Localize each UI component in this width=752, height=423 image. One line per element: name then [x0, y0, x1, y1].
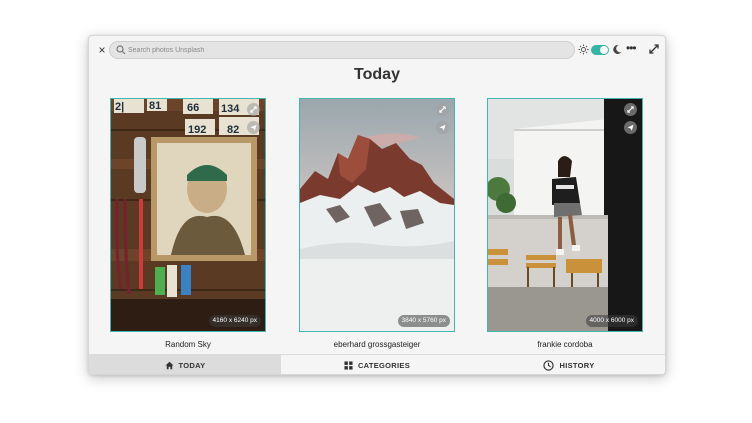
send-icon [627, 124, 634, 131]
set-wallpaper-button[interactable] [624, 121, 637, 134]
toggle-knob [600, 46, 608, 54]
tab-categories[interactable]: CATEGORIES [281, 355, 473, 374]
tab-label: CATEGORIES [357, 360, 411, 370]
resolution-badge: 3840 x 5760 px [397, 315, 450, 327]
svg-text:2|: 2| [115, 101, 124, 113]
expand-button[interactable] [624, 103, 637, 116]
photo-card[interactable]: 2| 81 66 134 192 82 4160 x 6240 px [110, 98, 266, 332]
resolution-badge: 4160 x 6240 px [208, 315, 261, 327]
photo-image: 2| 81 66 134 192 82 [111, 99, 265, 331]
tab-history[interactable]: HISTORY [473, 355, 665, 374]
resolution-badge: 4000 x 6000 px [585, 315, 638, 327]
search-input[interactable] [128, 42, 548, 58]
bottom-tab-bar: TODAY CATEGORIES HISTORY [89, 354, 665, 374]
svg-text:82: 82 [227, 124, 239, 136]
grid-icon [344, 360, 353, 370]
svg-text:134: 134 [221, 103, 240, 115]
titlebar: × ••• [89, 36, 665, 64]
send-icon [250, 124, 257, 131]
photo-card[interactable]: 4000 x 6000 px [487, 98, 643, 332]
photo-author[interactable]: Random Sky [110, 340, 266, 349]
send-icon [439, 124, 446, 131]
sun-icon [578, 44, 589, 55]
home-icon [164, 361, 174, 369]
expand-icon [627, 106, 634, 113]
photo-card[interactable]: 3840 x 5760 px [299, 98, 455, 332]
svg-text:192: 192 [188, 124, 206, 136]
expand-button[interactable] [247, 103, 260, 116]
search-bar[interactable] [109, 41, 575, 59]
tab-today[interactable]: TODAY [89, 355, 281, 374]
expand-button[interactable] [436, 103, 449, 116]
svg-text:81: 81 [149, 100, 161, 112]
menu-icon[interactable]: ••• [626, 42, 640, 54]
page-title: Today [354, 66, 400, 83]
expand-icon [250, 106, 257, 113]
set-wallpaper-button[interactable] [247, 121, 260, 134]
expand-icon [439, 106, 446, 113]
clock-icon [543, 359, 555, 371]
photo-author[interactable]: frankie cordoba [487, 340, 643, 349]
photo-image [300, 99, 454, 331]
search-icon [116, 45, 126, 55]
photo-author[interactable]: eberhard grossgasteiger [299, 340, 455, 349]
tab-label: TODAY [178, 360, 206, 370]
fullscreen-icon[interactable] [649, 44, 659, 54]
close-button[interactable]: × [95, 43, 109, 57]
photo-image [488, 99, 642, 331]
moon-icon [613, 44, 622, 54]
set-wallpaper-button[interactable] [436, 121, 449, 134]
app-window: × ••• [88, 35, 666, 375]
tab-label: HISTORY [559, 360, 595, 370]
dark-mode-toggle[interactable] [591, 45, 609, 55]
svg-text:66: 66 [187, 102, 199, 114]
